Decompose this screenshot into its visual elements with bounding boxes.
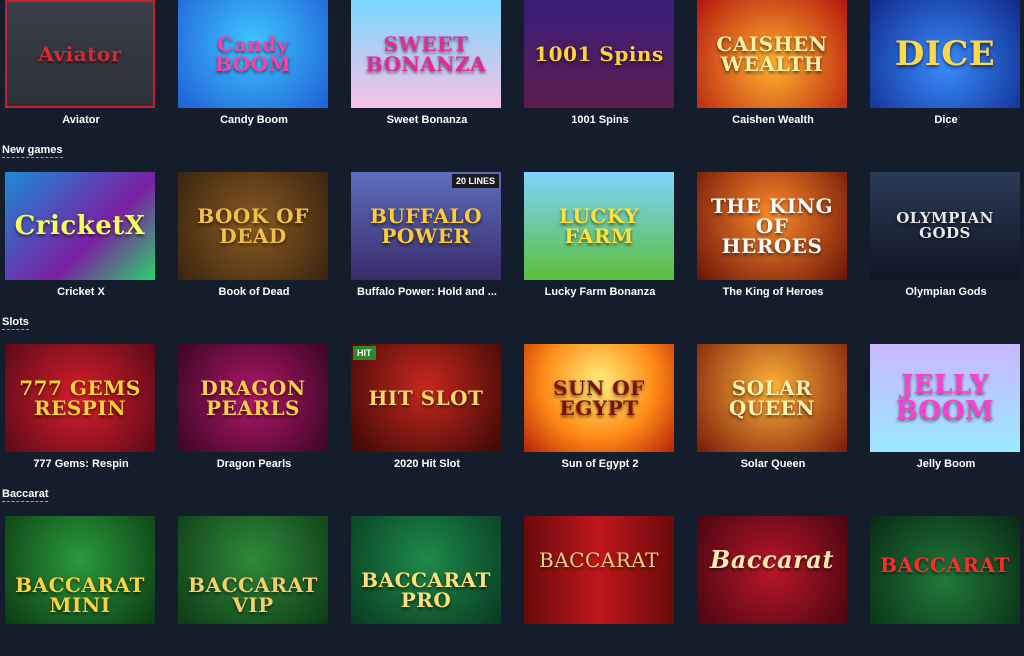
game-thumbnail[interactable]: 1001 Spins	[524, 0, 674, 108]
game-title: Sun of Egypt 2	[561, 458, 639, 470]
game-thumbnail[interactable]: BACCARAT	[870, 516, 1020, 624]
thumbnail-art-text: DRAGON PEARLS	[200, 376, 306, 420]
thumbnail-art-text: CAISHEN WEALTH	[716, 32, 828, 76]
game-title: Caishen Wealth	[732, 114, 814, 126]
game-title: Book of Dead	[218, 286, 290, 298]
thumbnail-art-text: JELLY BOOM	[895, 370, 995, 426]
thumbnail-art-text: 777 GEMS RESPIN	[19, 376, 141, 420]
game-title: The King of Heroes	[722, 286, 824, 298]
game-title: 1001 Spins	[571, 114, 629, 126]
thumbnail-art-text: BACCARAT	[539, 548, 659, 572]
game-thumbnail[interactable]: SUN OF EGYPT	[524, 344, 674, 452]
hit-badge: HIT	[353, 346, 376, 360]
thumbnail-art-text: BUFFALO POWER	[369, 204, 483, 248]
game-thumbnail[interactable]: 20 LINES BUFFALO POWER	[351, 172, 501, 280]
thumbnail-art-text: BACCARAT VIP	[188, 573, 318, 617]
section-title-new-games[interactable]: New games	[2, 144, 63, 158]
game-thumbnail[interactable]: BACCARAT MINI	[5, 516, 155, 624]
game-title: Cricket X	[57, 286, 105, 298]
game-thumbnail[interactable]: BACCARAT	[524, 516, 674, 624]
games-row-4: BACCARAT MINI BACCARAT VIP BACCARAT PRO …	[0, 516, 1024, 656]
thumbnail-art-text: Candy BOOM	[214, 32, 292, 76]
game-thumbnail[interactable]: CricketX	[5, 172, 155, 280]
game-thumbnail[interactable]: OLYMPIAN GODS	[870, 172, 1020, 280]
game-thumbnail[interactable]: HIT HIT SLOT	[351, 344, 501, 452]
thumbnail-art-text: SOLAR QUEEN	[728, 376, 816, 420]
section-title-baccarat[interactable]: Baccarat	[2, 488, 49, 502]
thumbnail-art-text: SUN OF EGYPT	[553, 376, 645, 420]
game-title: Aviator	[62, 114, 100, 126]
thumbnail-art-text: BOOK OF DEAD	[197, 204, 309, 248]
game-thumbnail[interactable]: DICE	[870, 0, 1020, 108]
games-row-1: Aviator Aviator Candy BOOM Candy Boom SW…	[0, 0, 1024, 140]
game-thumbnail[interactable]: Aviator	[5, 0, 155, 108]
game-title: Sweet Bonanza	[386, 114, 468, 126]
thumbnail-art-text: Baccarat	[710, 545, 834, 574]
thumbnail-art-text: Aviator	[38, 42, 122, 66]
game-thumbnail[interactable]: BACCARAT PRO	[351, 516, 501, 624]
game-title: Candy Boom	[220, 114, 288, 126]
game-thumbnail[interactable]: Candy BOOM	[178, 0, 328, 108]
game-title: Buffalo Power: Hold and ...	[357, 286, 497, 298]
game-thumbnail[interactable]: THE KING OF HEROES	[697, 172, 847, 280]
thumbnail-art-text: HIT SLOT	[368, 386, 484, 410]
game-thumbnail[interactable]: DRAGON PEARLS	[178, 344, 328, 452]
game-thumbnail[interactable]: SOLAR QUEEN	[697, 344, 847, 452]
game-title: 777 Gems: Respin	[33, 458, 129, 470]
game-title: Jelly Boom	[916, 458, 976, 470]
section-title-slots[interactable]: Slots	[2, 316, 29, 330]
thumbnail-art-text: DICE	[894, 34, 996, 74]
thumbnail-art-text: BACCARAT PRO	[361, 568, 491, 612]
game-title: 2020 Hit Slot	[393, 458, 461, 470]
thumbnail-art-text: BACCARAT MINI	[15, 573, 145, 617]
game-title: Lucky Farm Bonanza	[544, 286, 656, 298]
games-row-3: 777 GEMS RESPIN 777 Gems: Respin DRAGON …	[0, 344, 1024, 484]
game-thumbnail[interactable]: Baccarat	[697, 516, 847, 624]
thumbnail-art-text: BACCARAT	[880, 553, 1010, 577]
thumbnail-art-text: OLYMPIAN GODS	[896, 209, 994, 242]
game-thumbnail[interactable]: CAISHEN WEALTH	[697, 0, 847, 108]
game-thumbnail[interactable]: BOOK OF DEAD	[178, 172, 328, 280]
game-thumbnail[interactable]: LUCKY FARM	[524, 172, 674, 280]
thumbnail-art-text: THE KING OF HEROES	[710, 194, 834, 258]
thumbnail-art-text: LUCKY FARM	[559, 204, 639, 248]
game-thumbnail[interactable]: JELLY BOOM	[870, 344, 1020, 452]
thumbnail-art-text: SWEET BONANZA	[365, 32, 487, 76]
game-title: Solar Queen	[740, 458, 806, 470]
thumbnail-art-text: 1001 Spins	[534, 42, 664, 66]
game-thumbnail[interactable]: 777 GEMS RESPIN	[5, 344, 155, 452]
game-thumbnail[interactable]: SWEET BONANZA	[351, 0, 501, 108]
lines-badge: 20 LINES	[451, 174, 499, 188]
game-title: Dragon Pearls	[216, 458, 292, 470]
game-title: Dice	[934, 114, 958, 126]
thumbnail-art-text: CricketX	[14, 211, 146, 241]
game-thumbnail[interactable]: BACCARAT VIP	[178, 516, 328, 624]
game-title: Olympian Gods	[905, 286, 987, 298]
games-row-2: CricketX Cricket X BOOK OF DEAD Book of …	[0, 172, 1024, 312]
